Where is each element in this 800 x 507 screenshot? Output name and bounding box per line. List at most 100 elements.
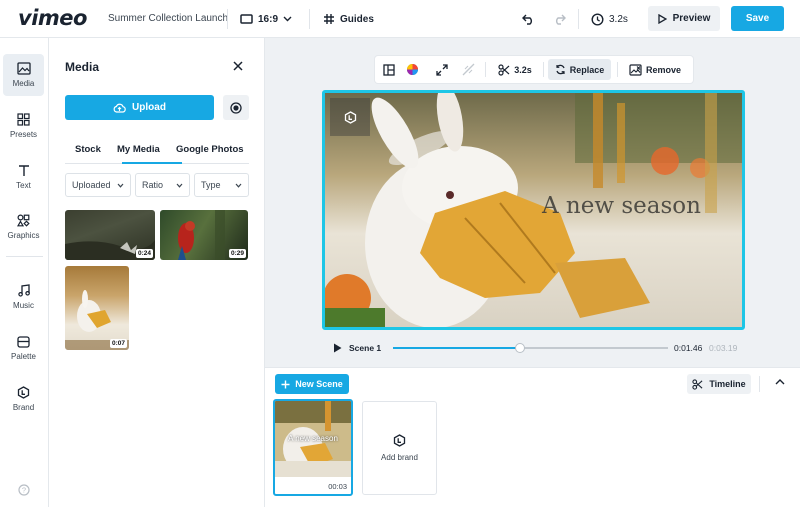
divider — [759, 376, 760, 392]
rail-item-media[interactable]: Media — [3, 54, 44, 96]
filter-ratio[interactable]: Ratio — [135, 173, 190, 197]
rail-item-presets[interactable]: Presets — [3, 105, 44, 147]
rail-label: Presets — [9, 130, 38, 139]
remove-button[interactable]: Remove — [623, 56, 687, 83]
media-panel: Media Upload Stock My Media Google Photo… — [49, 38, 265, 507]
save-button[interactable]: Save — [731, 6, 784, 31]
thumbnail-duration: 0:24 — [135, 249, 153, 258]
aspect-ratio-icon — [240, 14, 253, 24]
rail-item-music[interactable]: Music — [3, 276, 44, 318]
magic-wand-icon — [462, 63, 475, 76]
timeline-label: Timeline — [709, 379, 746, 389]
music-icon — [17, 284, 30, 297]
rail-item-text[interactable]: Text — [3, 156, 44, 198]
shapes-icon — [17, 214, 30, 227]
filter-type[interactable]: Type — [194, 173, 249, 197]
duration-control[interactable]: 3.2s — [591, 0, 628, 38]
svg-text:?: ? — [22, 486, 26, 495]
aspect-ratio-label: 16:9 — [258, 13, 279, 25]
timeline-toggle-button[interactable]: Timeline — [687, 374, 751, 394]
left-rail: Media Presets Text Graphics Music Palett… — [0, 38, 49, 507]
fit-button[interactable] — [431, 56, 453, 83]
layout-button[interactable] — [379, 56, 399, 83]
thumbnail-duration: 0:29 — [228, 249, 246, 258]
text-icon — [18, 164, 30, 177]
chevron-down-icon — [283, 16, 292, 22]
scissors-icon — [498, 63, 510, 76]
filter-label: Uploaded — [72, 180, 111, 190]
redo-button[interactable] — [553, 0, 566, 38]
rail-label: Music — [13, 301, 34, 310]
preview-label: Preview — [672, 13, 711, 24]
replace-button[interactable]: Replace — [548, 59, 611, 80]
overlay-text[interactable]: A new season — [542, 193, 701, 219]
upload-label: Upload — [132, 102, 166, 113]
scene-card[interactable]: A new season 00:03 — [273, 399, 353, 496]
scene-card-text: A new season — [288, 434, 338, 443]
canvas-toolbar: 3.2s Replace Remove — [375, 56, 693, 83]
duration-value: 3.2s — [609, 13, 628, 25]
add-brand-card[interactable]: Add brand — [362, 401, 437, 495]
rail-item-palette[interactable]: Palette — [3, 327, 44, 369]
cloud-upload-icon — [113, 103, 126, 113]
record-button[interactable] — [223, 95, 249, 120]
scrubber-progress — [393, 347, 520, 349]
replace-icon — [555, 64, 566, 75]
expand-icon — [436, 63, 448, 76]
clip-duration: 3.2s — [514, 64, 532, 75]
filter-label: Ratio — [142, 180, 164, 190]
new-scene-button[interactable]: New Scene — [275, 374, 349, 394]
rail-item-brand[interactable]: Brand — [3, 378, 44, 420]
undo-button[interactable] — [522, 0, 535, 38]
plus-icon — [281, 380, 290, 389]
thumbnail-image — [65, 290, 129, 350]
scrubber-track[interactable] — [393, 343, 668, 353]
top-bar: vimeo Summer Collection Launch 16:9 Guid… — [0, 0, 800, 38]
media-tabs: Stock My Media Google Photos — [65, 138, 249, 164]
rail-divider — [6, 256, 43, 257]
guides-button[interactable]: Guides — [323, 0, 374, 38]
vimeo-logo[interactable]: vimeo — [18, 6, 87, 30]
trim-button[interactable]: 3.2s — [493, 56, 537, 83]
undo-icon — [522, 14, 535, 25]
filter-uploaded[interactable]: Uploaded — [65, 173, 131, 197]
divider — [617, 62, 618, 77]
video-canvas[interactable]: A new season — [322, 90, 745, 330]
rail-label: Brand — [12, 403, 35, 412]
redo-icon — [553, 14, 566, 25]
tab-my-media[interactable]: My Media — [117, 144, 160, 155]
chevron-down-icon — [117, 183, 124, 188]
help-icon[interactable]: ? — [18, 484, 30, 496]
media-thumbnail[interactable]: 0:07 — [65, 266, 129, 350]
brand-icon — [17, 386, 30, 399]
palette-icon — [17, 335, 30, 348]
media-thumbnail[interactable]: 0:29 — [160, 210, 248, 260]
play-outline-icon — [657, 13, 667, 24]
close-icon[interactable] — [232, 60, 244, 72]
project-title[interactable]: Summer Collection Launch — [108, 13, 228, 24]
record-icon — [230, 101, 242, 114]
panel-title: Media — [65, 60, 100, 74]
rail-label: Media — [12, 79, 35, 88]
brand-icon — [393, 434, 406, 447]
thumbnail-duration: 0:07 — [109, 339, 127, 348]
tab-stock[interactable]: Stock — [75, 144, 101, 155]
divider — [543, 62, 544, 77]
new-scene-label: New Scene — [295, 379, 343, 389]
magic-button[interactable] — [457, 56, 479, 83]
brand-icon — [344, 110, 357, 124]
remove-label: Remove — [645, 64, 681, 75]
color-button[interactable] — [401, 56, 423, 83]
media-thumbnail[interactable]: 0:24 — [65, 210, 155, 260]
brand-logo-placeholder[interactable] — [330, 98, 370, 136]
rail-item-graphics[interactable]: Graphics — [3, 206, 44, 248]
divider — [227, 9, 228, 29]
upload-button[interactable]: Upload — [65, 95, 214, 120]
chevron-up-icon[interactable] — [775, 378, 787, 390]
preview-button[interactable]: Preview — [648, 6, 720, 31]
aspect-ratio-dropdown[interactable]: 16:9 — [240, 0, 292, 38]
divider — [485, 62, 486, 77]
scrubber-handle[interactable] — [514, 343, 525, 353]
play-icon[interactable] — [333, 343, 342, 353]
tab-google-photos[interactable]: Google Photos — [176, 144, 244, 155]
